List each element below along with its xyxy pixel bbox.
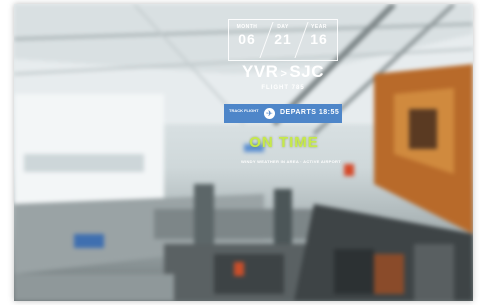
flight-status: ON TIME <box>249 134 319 151</box>
airplane-icon: ✈ <box>264 108 275 119</box>
date-month-value: 06 <box>238 31 256 47</box>
date-month-label: MONTH <box>236 24 258 30</box>
departs-time: DEPARTS 18:55 <box>280 109 340 116</box>
route-arrow-icon: > <box>280 68 288 80</box>
route: YVR > SJC <box>226 62 340 82</box>
departure-bar[interactable]: TRACK FLIGHT ✈ DEPARTS 18:55 <box>224 104 342 123</box>
date-box: MONTH 06 DAY 21 YEAR 16 <box>228 19 338 61</box>
flight-info-overlay: MONTH 06 DAY 21 YEAR 16 YVR > SJC FLIGHT 7… <box>0 0 481 305</box>
date-day-value: 21 <box>274 31 292 47</box>
date-year-label: YEAR <box>311 24 327 30</box>
date-day-label: DAY <box>277 24 289 30</box>
info-ticker: WINDY WEATHER IN AREA · ACTIVE AIRPORT <box>241 159 341 164</box>
track-flight-label[interactable]: TRACK FLIGHT <box>229 108 259 113</box>
destination-code: SJC <box>289 62 324 81</box>
date-year: YEAR 16 <box>301 20 337 60</box>
date-year-value: 16 <box>310 31 328 47</box>
screenshot-stage: MONTH 06 DAY 21 YEAR 16 YVR > SJC FLIGHT 7… <box>0 0 481 305</box>
origin-code: YVR <box>242 62 279 81</box>
flight-number: FLIGHT 785 <box>261 85 305 91</box>
